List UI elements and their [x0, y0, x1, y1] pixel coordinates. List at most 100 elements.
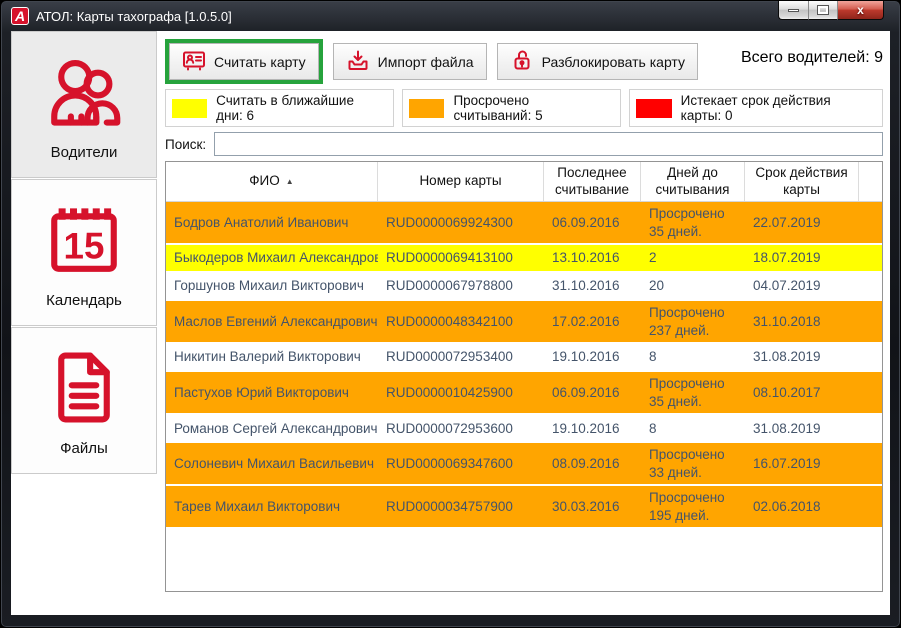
- search-bar: Поиск:: [165, 132, 883, 156]
- legend-upcoming-label: Считать в ближайшие дни: 6: [216, 93, 382, 123]
- cell-filler: [859, 372, 882, 413]
- maximize-button[interactable]: [808, 1, 838, 20]
- cell-last: 08.09.2016: [544, 443, 641, 484]
- cell-expiry: 31.10.2018: [745, 301, 859, 342]
- read-card-button[interactable]: Считать карту: [169, 43, 319, 80]
- column-header-days[interactable]: Дней до считывания: [641, 162, 745, 201]
- legend-expiring-label: Истекает срок действия карты: 0: [681, 93, 871, 123]
- sidebar-item-files[interactable]: Файлы: [11, 327, 157, 474]
- id-card-icon: [182, 48, 206, 75]
- cell-days: Просрочено 237 дней.: [641, 301, 745, 342]
- minimize-button[interactable]: [778, 1, 808, 20]
- cell-last: 13.10.2016: [544, 245, 641, 271]
- drivers-table: ФИО ▲ Номер карты Последнее считывание Д…: [165, 161, 883, 592]
- cell-days: Просрочено 35 дней.: [641, 202, 745, 243]
- table-row[interactable]: Солоневич Михаил ВасильевичRUD0000069347…: [166, 443, 882, 484]
- cell-expiry: 31.08.2019: [745, 344, 859, 370]
- highlight-frame: Считать карту: [165, 39, 323, 84]
- minimize-icon: [788, 9, 799, 12]
- cell-expiry: 16.07.2019: [745, 443, 859, 484]
- cell-expiry: 08.10.2017: [745, 372, 859, 413]
- yellow-swatch: [172, 99, 207, 118]
- cell-days: 8: [641, 344, 745, 370]
- cell-card: RUD0000069347600: [378, 443, 544, 484]
- cell-card: RUD0000069924300: [378, 202, 544, 243]
- close-icon: x: [857, 4, 864, 16]
- sidebar: Водители 15 Календарь: [11, 31, 159, 615]
- cell-last: 17.02.2016: [544, 301, 641, 342]
- svg-text:15: 15: [64, 225, 105, 266]
- cell-last: 30.03.2016: [544, 486, 641, 527]
- table-row[interactable]: Тарев Михаил ВикторовичRUD00000347579003…: [166, 486, 882, 527]
- legend-expiring: Истекает срок действия карты: 0: [629, 89, 883, 127]
- cell-card: RUD0000072953400: [378, 344, 544, 370]
- cell-name: Маслов Евгений Александрович: [166, 301, 378, 342]
- cell-card: RUD0000048342100: [378, 301, 544, 342]
- unlock-icon: [510, 48, 534, 75]
- table-row[interactable]: Пастухов Юрий ВикторовичRUD0000010425900…: [166, 372, 882, 413]
- cell-expiry: 18.07.2019: [745, 245, 859, 271]
- table-row[interactable]: Маслов Евгений АлександровичRUD000004834…: [166, 301, 882, 342]
- cell-name: Пастухов Юрий Викторович: [166, 372, 378, 413]
- column-header-expiry[interactable]: Срок действия карты: [745, 162, 859, 201]
- sidebar-item-label: Водители: [51, 144, 118, 161]
- sidebar-item-drivers[interactable]: Водители: [11, 31, 157, 178]
- cell-expiry: 02.06.2018: [745, 486, 859, 527]
- cell-days: Просрочено 33 дней.: [641, 443, 745, 484]
- cell-card: RUD0000069413100: [378, 245, 544, 271]
- legend-overdue-label: Просрочено считываний: 5: [453, 93, 609, 123]
- cell-expiry: 22.07.2019: [745, 202, 859, 243]
- red-swatch: [636, 99, 671, 118]
- table-row[interactable]: Никитин Валерий ВикторовичRUD00000729534…: [166, 344, 882, 370]
- sidebar-item-label: Файлы: [60, 440, 108, 457]
- titlebar[interactable]: A АТОЛ: Карты тахографа [1.0.5.0] x: [1, 1, 900, 31]
- column-header-name[interactable]: ФИО ▲: [166, 162, 378, 201]
- cell-filler: [859, 486, 882, 527]
- legend-overdue: Просрочено считываний: 5: [402, 89, 621, 127]
- drivers-icon: [42, 49, 126, 138]
- cell-days: Просрочено 195 дней.: [641, 486, 745, 527]
- cell-last: 19.10.2016: [544, 344, 641, 370]
- sidebar-item-calendar[interactable]: 15 Календарь: [11, 179, 157, 326]
- import-file-button[interactable]: Импорт файла: [333, 43, 487, 80]
- column-header-card[interactable]: Номер карты: [378, 162, 544, 201]
- import-file-label: Импорт файла: [378, 54, 474, 70]
- toolbar: Считать карту Импорт файла: [165, 39, 883, 84]
- cell-card: RUD0000072953600: [378, 415, 544, 441]
- document-icon: [42, 345, 126, 434]
- import-icon: [346, 48, 370, 75]
- search-input[interactable]: [214, 132, 883, 156]
- search-label: Поиск:: [165, 137, 206, 152]
- cell-days: Просрочено 35 дней.: [641, 372, 745, 413]
- cell-name: Горшунов Михаил Викторович: [166, 273, 378, 299]
- table-row[interactable]: Горшунов Михаил ВикторовичRUD00000679788…: [166, 273, 882, 299]
- calendar-icon: 15: [42, 197, 126, 286]
- orange-swatch: [409, 99, 444, 118]
- sidebar-item-label: Календарь: [46, 292, 122, 309]
- maximize-icon: [818, 6, 828, 14]
- cell-filler: [859, 301, 882, 342]
- cell-expiry: 04.07.2019: [745, 273, 859, 299]
- cell-name: Быкодеров Михаил Александрович: [166, 245, 378, 271]
- app-logo-icon: A: [11, 7, 29, 25]
- cell-card: RUD0000034757900: [378, 486, 544, 527]
- cell-last: 19.10.2016: [544, 415, 641, 441]
- unlock-card-button[interactable]: Разблокировать карту: [497, 43, 698, 80]
- cell-name: Романов Сергей Александрович: [166, 415, 378, 441]
- table-row[interactable]: Быкодеров Михаил АлександровичRUD0000069…: [166, 245, 882, 271]
- close-button[interactable]: x: [838, 1, 884, 20]
- table-row[interactable]: Романов Сергей АлександровичRUD000007295…: [166, 415, 882, 441]
- sort-asc-icon: ▲: [286, 177, 294, 187]
- table-header: ФИО ▲ Номер карты Последнее считывание Д…: [166, 162, 882, 202]
- cell-filler: [859, 273, 882, 299]
- column-header-filler: [859, 162, 882, 201]
- cell-name: Тарев Михаил Викторович: [166, 486, 378, 527]
- cell-last: 06.09.2016: [544, 372, 641, 413]
- cell-filler: [859, 202, 882, 243]
- cell-card: RUD0000067978800: [378, 273, 544, 299]
- client-area: Водители 15 Календарь: [11, 31, 890, 615]
- table-row[interactable]: Бодров Анатолий ИвановичRUD0000069924300…: [166, 202, 882, 243]
- column-header-last-read[interactable]: Последнее считывание: [544, 162, 641, 201]
- cell-name: Солоневич Михаил Васильевич: [166, 443, 378, 484]
- cell-filler: [859, 443, 882, 484]
